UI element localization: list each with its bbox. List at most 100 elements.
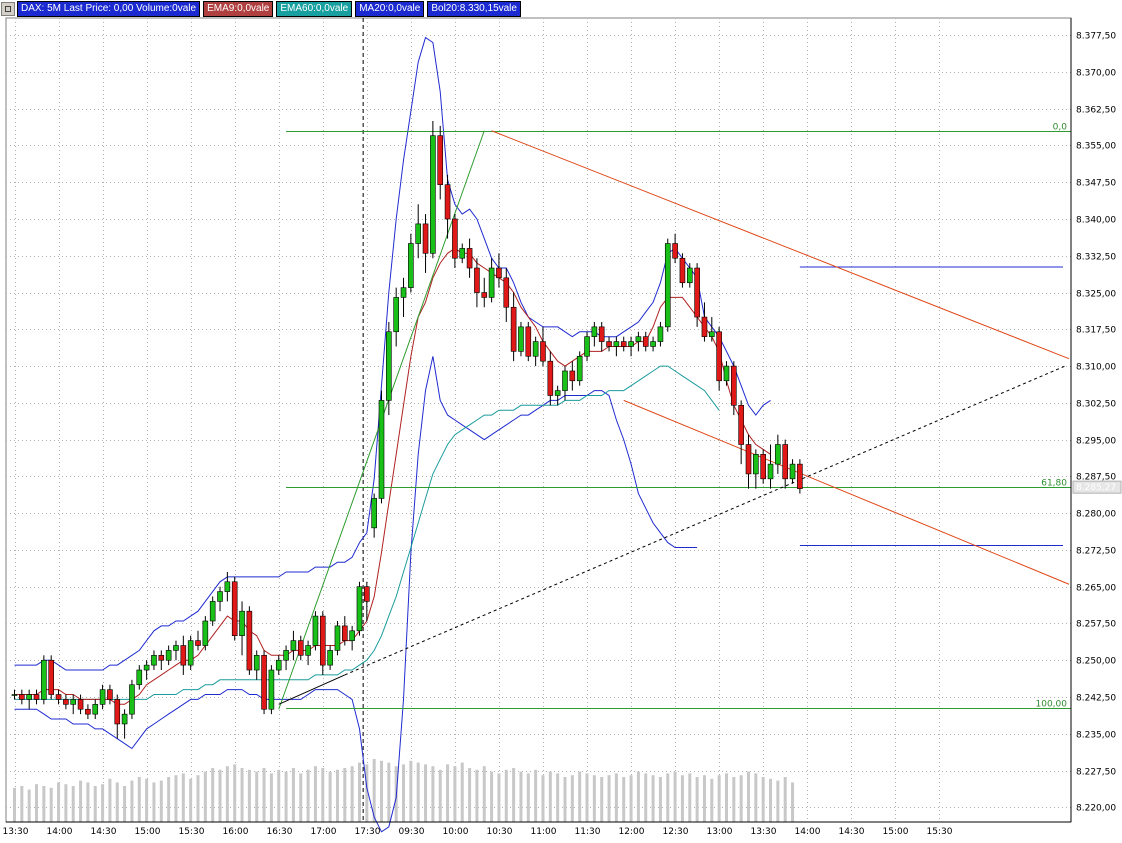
candle (114, 694, 121, 739)
candle-body (760, 454, 766, 480)
volume-bar (159, 780, 163, 822)
candle-body (635, 336, 642, 342)
volume-bar (328, 771, 332, 822)
candle-body (444, 184, 451, 220)
candle (11, 689, 18, 700)
volume-bar (167, 777, 171, 822)
candle (297, 635, 304, 661)
candle (63, 694, 69, 710)
volume-bar (49, 787, 53, 822)
candle-body (70, 699, 77, 705)
candle (532, 336, 539, 367)
volume-bar (137, 777, 141, 822)
x-tick-label: 15:30 (179, 827, 205, 837)
candle (789, 459, 796, 484)
volume-bar (57, 782, 61, 822)
candle-body (452, 218, 458, 259)
volume-bar (724, 773, 728, 822)
candle (422, 214, 429, 273)
volume-bar (578, 771, 582, 822)
x-tick-label: 12:00 (619, 827, 645, 837)
candle (173, 640, 179, 661)
volume-bar (255, 771, 259, 822)
candle-body (797, 463, 803, 489)
x-tick-label: 17:00 (311, 827, 337, 837)
candle (679, 253, 686, 288)
x-tick-label: 10:30 (487, 827, 513, 837)
volume-bar (468, 768, 472, 822)
candle (334, 621, 341, 656)
candle (55, 689, 62, 705)
candle-body (253, 655, 260, 671)
volume-bar (233, 764, 237, 822)
volume-bar (460, 762, 464, 822)
candle-body (562, 370, 568, 391)
candle-body (694, 267, 700, 318)
candle-body (151, 655, 157, 666)
volume-bar (101, 784, 105, 822)
volume-bar (181, 773, 185, 822)
volume-bar (651, 775, 655, 822)
y-tick-label: 8.377,50 (1076, 32, 1116, 42)
price-chart[interactable]: 0,061,80100,00 8.377,508.370,008.362,508… (0, 0, 1122, 843)
volume-bar (20, 786, 24, 822)
candle-body (165, 650, 172, 661)
volume-bar (475, 769, 479, 822)
candle-body (466, 248, 473, 269)
y-tick-label: 8.310,00 (1076, 363, 1116, 373)
candle-body (782, 444, 789, 480)
volume-bar (622, 777, 626, 822)
candle (657, 321, 664, 347)
candle-body (334, 625, 341, 651)
candle-body (775, 444, 781, 465)
volume-bar (93, 786, 97, 822)
candle (239, 601, 245, 656)
candle-body (701, 316, 708, 337)
candle (378, 390, 385, 504)
y-tick-label: 8.355,00 (1076, 142, 1116, 152)
volume-bar (387, 762, 391, 822)
candle-body (195, 640, 201, 646)
candle-body (231, 581, 238, 637)
candle-body (77, 699, 84, 710)
candle-body (481, 292, 488, 298)
candle (231, 576, 238, 641)
candle-body (584, 336, 590, 357)
candle (319, 611, 326, 675)
candle-body (437, 135, 444, 185)
candle (775, 434, 781, 474)
candle-body (547, 360, 554, 396)
volume-bar (357, 762, 361, 822)
candle-body (672, 243, 678, 259)
volume-bar (695, 777, 699, 822)
volume-bar (769, 778, 773, 822)
candle (767, 444, 774, 489)
candle (283, 645, 289, 671)
volume-bar (130, 780, 134, 822)
candle (606, 336, 612, 352)
candle (19, 689, 25, 705)
candle-body (386, 331, 392, 401)
volume-bar (607, 775, 611, 822)
volume-bar (174, 775, 178, 822)
x-tick-label: 12:30 (663, 827, 689, 837)
candle-body (723, 365, 730, 382)
x-tick-label: 14:00 (47, 827, 73, 837)
candle-body (664, 243, 671, 328)
candle (129, 679, 135, 720)
volume-bar (350, 766, 354, 822)
volume-bar (64, 784, 68, 822)
volume-bar (277, 769, 281, 822)
fib-level-label: 61,80 (1041, 479, 1067, 489)
volume-bar (79, 780, 83, 822)
x-tick-label: 13:30 (751, 827, 777, 837)
candle (459, 243, 466, 264)
x-tick-label: 10:00 (443, 827, 469, 837)
candle-body (415, 223, 422, 244)
candle-body (129, 684, 135, 715)
candle (503, 268, 510, 322)
candle (540, 326, 546, 367)
candle (415, 204, 422, 259)
candle (797, 459, 803, 494)
volume-bar (402, 764, 406, 822)
